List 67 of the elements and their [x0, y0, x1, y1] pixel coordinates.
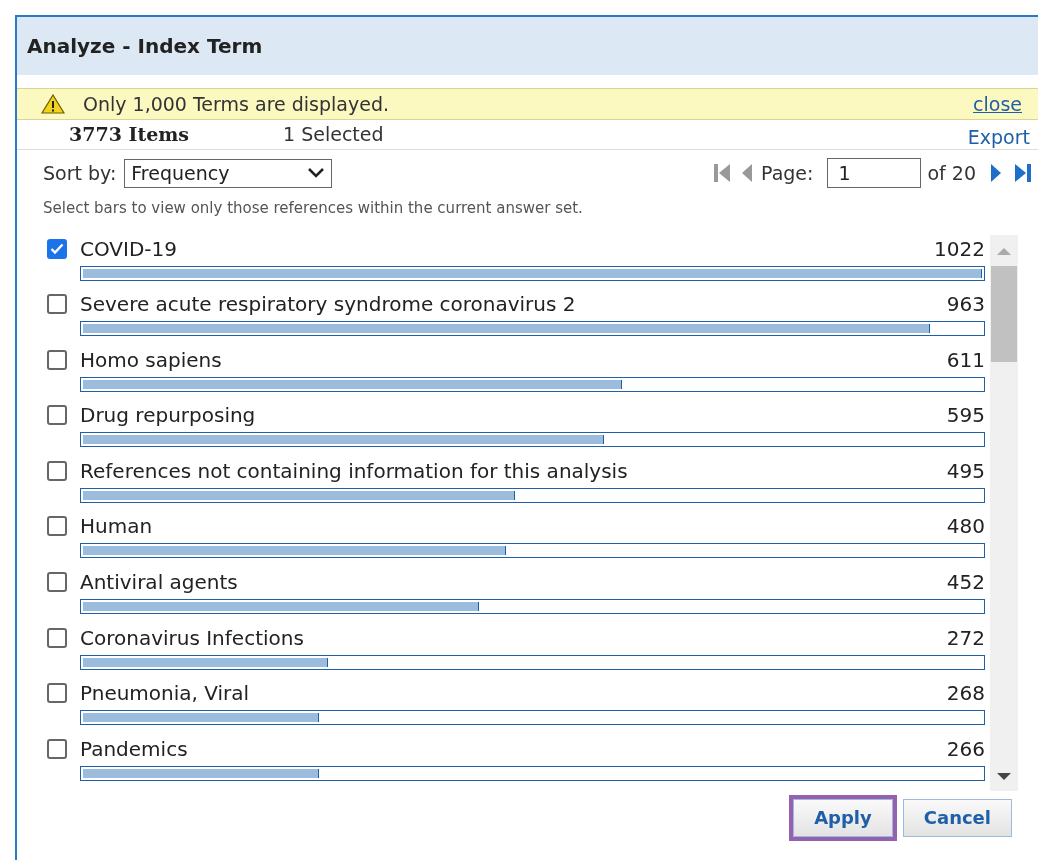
warning-message: Only 1,000 Terms are displayed. — [83, 91, 389, 117]
first-page-button[interactable] — [713, 163, 732, 183]
selected-count: 1 Selected — [283, 122, 384, 147]
page-label: Page: — [761, 160, 814, 186]
checkbox[interactable] — [47, 294, 67, 315]
export-link[interactable]: Export — [967, 123, 1030, 152]
scroll-up-icon — [996, 246, 1012, 256]
hint-text: Select bars to view only those references within the current answer set. — [43, 198, 584, 219]
close-link[interactable]: close — [973, 89, 1022, 119]
term-count: 1022 — [934, 235, 985, 263]
checkbox[interactable] — [47, 460, 67, 481]
dialog-button[interactable]: Cancel — [902, 798, 1012, 837]
scroll-down-icon — [996, 771, 1012, 781]
scroll-thumb[interactable] — [991, 265, 1017, 362]
term-count: 611 — [946, 346, 985, 374]
chevron-icon — [307, 167, 326, 179]
items-count: 3773 Items — [69, 122, 190, 147]
term-count: 268 — [946, 680, 985, 708]
term-label: Homo sapiens — [80, 346, 222, 374]
checkbox[interactable] — [47, 683, 67, 704]
page-total: of 20 — [927, 160, 976, 186]
page-field[interactable]: 1 — [827, 158, 922, 188]
frequency-bar[interactable] — [80, 765, 985, 781]
term-label: Severe acute respiratory syndrome coronavirus 2 — [80, 291, 576, 319]
term-count: 480 — [946, 513, 985, 541]
checkbox[interactable] — [47, 516, 67, 537]
last-page-button[interactable] — [1014, 163, 1032, 183]
dialog-title: Analyze - Index Term — [27, 33, 263, 60]
frequency-bar[interactable] — [80, 321, 985, 337]
frequency-bar[interactable] — [80, 710, 985, 726]
term-label: Human — [80, 513, 153, 541]
first-page-icon — [713, 163, 732, 183]
frequency-bar[interactable] — [80, 543, 985, 559]
term-label: Pneumonia, Viral — [80, 680, 250, 708]
previous-page-icon — [741, 163, 754, 183]
frequency-bar[interactable] — [80, 432, 985, 448]
last-page-icon — [1014, 163, 1032, 183]
term-count: 595 — [946, 402, 985, 430]
check-icon — [50, 242, 64, 255]
term-label: Antiviral agents — [80, 569, 238, 597]
term-label: References not containing information for this analysis — [80, 457, 628, 485]
term-count: 963 — [946, 291, 985, 319]
warning-icon — [41, 94, 65, 114]
checkbox[interactable] — [47, 238, 67, 259]
frequency-bar[interactable] — [80, 599, 985, 615]
term-count: 266 — [946, 735, 985, 763]
checkbox[interactable] — [47, 627, 67, 648]
next-page-button[interactable] — [990, 163, 1002, 183]
frequency-bar[interactable] — [80, 654, 985, 670]
checkbox[interactable] — [47, 405, 67, 426]
term-count: 272 — [946, 624, 985, 652]
previous-page-button[interactable] — [741, 163, 754, 183]
term-label: COVID-19 — [80, 235, 177, 263]
checkbox[interactable] — [47, 738, 67, 759]
frequency-bar[interactable] — [80, 376, 985, 392]
term-count: 495 — [946, 457, 985, 485]
checkbox[interactable] — [47, 349, 67, 370]
frequency-bar[interactable] — [80, 487, 985, 503]
sort-label: Sort by: — [43, 160, 117, 186]
scrollbar[interactable] — [990, 234, 1018, 791]
sort-dropdown[interactable]: Frequency — [124, 158, 333, 188]
checkbox[interactable] — [47, 572, 67, 593]
next-page-icon — [990, 163, 1002, 183]
term-count: 452 — [946, 569, 985, 597]
term-label: Coronavirus Infections — [80, 624, 304, 652]
term-label: Pandemics — [80, 735, 188, 763]
term-label: Drug repurposing — [80, 402, 256, 430]
